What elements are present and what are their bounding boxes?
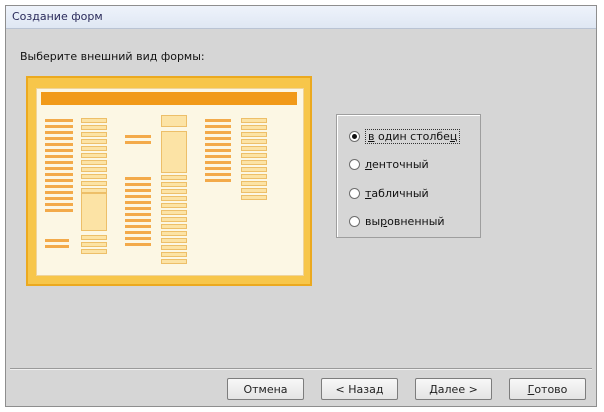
radio-button[interactable] — [349, 188, 360, 199]
preview-header-bar — [41, 92, 297, 105]
preview-memo-box-1 — [81, 193, 107, 231]
radio-button[interactable] — [349, 159, 360, 170]
preview-labels-column-1b — [45, 239, 69, 251]
preview-fields-column-1b — [81, 235, 107, 256]
layout-preview — [26, 76, 312, 286]
next-button[interactable]: Далее > — [415, 378, 492, 400]
cancel-button[interactable]: Отмена — [227, 378, 304, 400]
back-button[interactable]: < Наза д — [321, 378, 398, 400]
footer-divider — [10, 368, 592, 370]
preview-labels-column-2b — [125, 177, 151, 249]
option-label-columnar: в один столбец — [365, 129, 461, 144]
layout-options-group: в один столбец ленточный табличный выров… — [336, 114, 481, 238]
preview-labels-column-2 — [125, 135, 151, 147]
radio-selected-dot — [352, 134, 357, 139]
title-bar: Создание форм — [6, 6, 596, 29]
radio-justified[interactable]: выровненный — [349, 215, 445, 228]
preview-field-box-2 — [161, 115, 187, 127]
window-title: Создание форм — [12, 10, 103, 23]
option-label-datasheet: табличный — [365, 187, 429, 200]
option-label-justified: выровненный — [365, 215, 445, 228]
preview-memo-box-2 — [161, 131, 187, 173]
option-label-ribbon: ленточный — [365, 158, 429, 171]
preview-labels-column-3 — [205, 119, 231, 185]
radio-button[interactable] — [349, 131, 360, 142]
preview-fields-column-3 — [241, 118, 267, 202]
preview-fields-column-2 — [161, 175, 187, 266]
layout-prompt: Выберите внешний вид формы: — [20, 50, 205, 63]
finish-button[interactable]: Готово — [509, 378, 586, 400]
radio-tabular-ribbon[interactable]: ленточный — [349, 158, 429, 171]
radio-button[interactable] — [349, 216, 360, 227]
form-wizard-window: Создание форм Выберите внешний вид формы… — [5, 5, 597, 407]
preview-canvas — [36, 88, 304, 276]
preview-labels-column-1 — [45, 119, 73, 215]
radio-datasheet[interactable]: табличный — [349, 187, 429, 200]
preview-fields-column-1 — [81, 118, 107, 202]
radio-columnar[interactable]: в один столбец — [349, 129, 461, 144]
